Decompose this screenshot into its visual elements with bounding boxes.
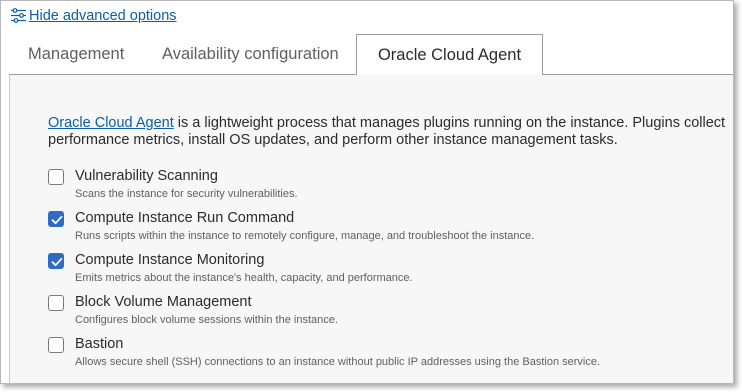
run-command-checkbox[interactable] [48, 211, 64, 227]
tab-management[interactable]: Management [28, 34, 124, 74]
plugin-name: Compute Instance Monitoring [75, 252, 265, 268]
tab-availability-configuration[interactable]: Availability configuration [162, 34, 339, 74]
window-frame: Hide advanced options Management Availab… [0, 0, 734, 384]
plugin-description: Configures block volume sessions within … [75, 314, 338, 326]
plugin-name: Bastion [75, 336, 124, 352]
tab-bar: Management Availability configuration Or… [1, 34, 733, 75]
sliders-icon [10, 7, 27, 24]
plugin-name: Block Volume Management [75, 294, 252, 310]
agent-description: Oracle Cloud Agent is a lightweight proc… [48, 115, 728, 149]
vulnerability-scanning-checkbox[interactable] [48, 169, 64, 185]
plugin-description: Emits metrics about the instance's healt… [75, 272, 413, 284]
plugin-description: Scans the instance for security vulnerab… [75, 188, 298, 200]
oracle-cloud-agent-link[interactable]: Oracle Cloud Agent [48, 115, 174, 131]
plugin-description: Allows secure shell (SSH) connections to… [75, 356, 601, 368]
plugin-name: Vulnerability Scanning [75, 168, 218, 184]
tab-oracle-cloud-agent[interactable]: Oracle Cloud Agent [356, 34, 543, 75]
monitoring-checkbox[interactable] [48, 253, 64, 269]
plugin-description: Runs scripts within the instance to remo… [75, 230, 535, 242]
hide-advanced-options-label[interactable]: Hide advanced options [29, 8, 177, 24]
checkmark-icon [51, 215, 63, 225]
block-volume-management-checkbox[interactable] [48, 295, 64, 311]
plugin-name: Compute Instance Run Command [75, 210, 295, 226]
checkmark-icon [51, 257, 63, 267]
bastion-checkbox[interactable] [48, 337, 64, 353]
hide-advanced-options-link[interactable]: Hide advanced options [10, 7, 177, 24]
